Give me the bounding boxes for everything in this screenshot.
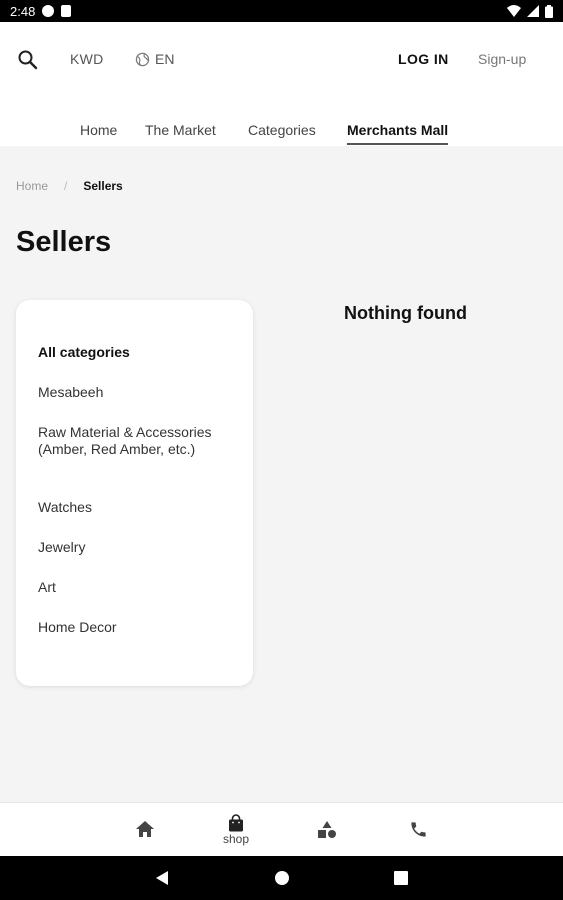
status-bar: 2:48 [0,0,563,22]
back-icon[interactable] [155,870,169,886]
category-filter-card: All categories Mesabeeh Raw Material & A… [16,300,253,686]
language-selector[interactable]: EN [135,51,174,67]
battery-icon [545,4,553,18]
category-item-all[interactable]: All categories [38,344,238,361]
breadcrumb-separator: / [64,179,68,193]
bottom-nav-shop[interactable]: shop [216,803,256,857]
breadcrumb: Home / Sellers [16,179,123,193]
sim-card-icon [61,5,72,17]
shapes-icon [318,821,336,838]
currency-selector[interactable]: KWD [70,51,104,67]
category-item-mesabeeh[interactable]: Mesabeeh [38,384,238,401]
home-icon [136,821,154,837]
bottom-nav-home[interactable] [134,803,156,857]
wifi-icon [507,5,521,17]
empty-results-message: Nothing found [344,303,467,323]
top-bar: KWD EN LOG IN Sign-up [0,48,563,72]
status-time: 2:48 [10,3,36,19]
app-header: KWD EN LOG IN Sign-up Home The Market Ca… [0,22,563,146]
main-nav: Home The Market Categories Merchants Mal… [0,122,563,146]
notification-icon [42,5,55,17]
recents-icon[interactable] [394,871,408,885]
page-title: Sellers [16,226,112,258]
category-item-home-decor[interactable]: Home Decor [38,619,238,636]
category-item-art[interactable]: Art [38,579,238,596]
home-system-icon[interactable] [274,870,290,886]
login-button[interactable]: LOG IN [398,51,449,67]
search-icon[interactable] [17,49,39,71]
category-item-watches[interactable]: Watches [38,499,238,516]
globe-icon [135,52,150,66]
system-nav-bar [0,856,563,900]
category-item-jewelry[interactable]: Jewelry [38,539,238,556]
bottom-nav-shop-label: shop [222,832,250,846]
shopping-bag-icon [229,814,243,832]
bottom-nav: shop [0,802,563,856]
breadcrumb-home-link[interactable]: Home [16,179,48,193]
main-content: Home / Sellers Sellers All categories Me… [0,146,563,802]
language-label: EN [155,51,175,67]
tab-home[interactable]: Home [80,122,117,143]
phone-icon [410,822,426,837]
tab-categories[interactable]: Categories [248,122,316,143]
signup-button[interactable]: Sign-up [478,51,526,67]
category-item-raw-material[interactable]: Raw Material & Accessories (Amber, Red A… [38,424,223,458]
bottom-nav-categories[interactable] [316,803,338,857]
tab-the-market[interactable]: The Market [145,122,216,143]
signal-icon [527,5,539,17]
bottom-nav-contact[interactable] [407,803,429,857]
breadcrumb-current: Sellers [83,179,123,193]
tab-merchants-mall[interactable]: Merchants Mall [347,122,449,145]
